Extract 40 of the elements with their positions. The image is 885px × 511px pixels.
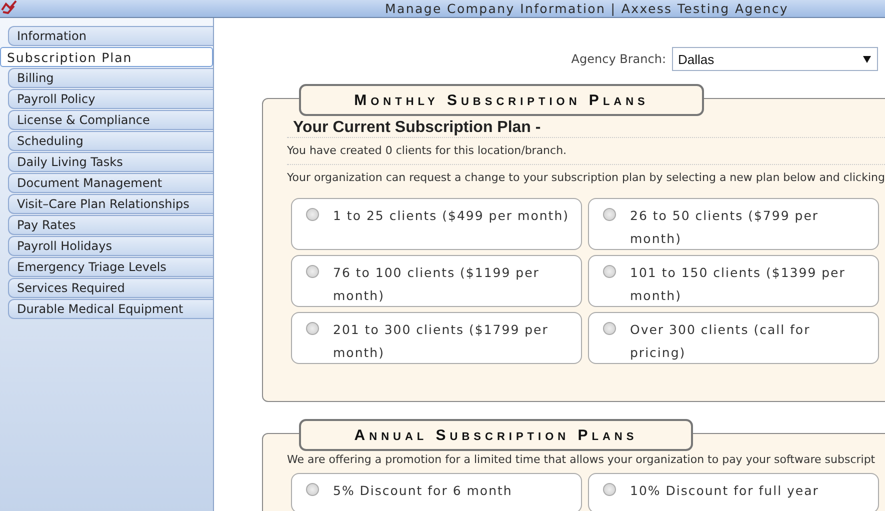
sidebar-item[interactable]: Durable Medical Equipment	[8, 299, 213, 319]
sidebar-item[interactable]: Billing	[8, 68, 213, 88]
sidebar-item[interactable]: Document Management	[8, 173, 213, 193]
caret-icon	[863, 56, 871, 62]
radio-button[interactable]	[603, 322, 616, 335]
sidebar-item[interactable]: Information	[8, 26, 213, 46]
sidebar-item[interactable]: Scheduling	[8, 131, 213, 151]
plan-option[interactable]: 10% Discount for full year	[588, 473, 879, 511]
sidebar-item[interactable]: License & Compliance	[8, 110, 213, 130]
sidebar-item[interactable]: Daily Living Tasks	[8, 152, 213, 172]
plan-option[interactable]: 76 to 100 clients ($1199 per month)	[291, 255, 582, 307]
agency-branch-select[interactable]: Dallas	[672, 47, 878, 71]
section-legend: Monthly Subscription Plans	[299, 84, 704, 116]
radio-button[interactable]	[306, 483, 319, 496]
sidebar-item[interactable]: Payroll Holidays	[8, 236, 213, 256]
plan-option[interactable]: 5% Discount for 6 month	[291, 473, 582, 511]
plan-option[interactable]: 26 to 50 clients ($799 per month)	[588, 198, 879, 250]
plan-option[interactable]: Over 300 clients (call for pricing)	[588, 312, 879, 364]
sidebar-item[interactable]: Payroll Policy	[8, 89, 213, 109]
info-text: You have created 0 clients for this location/branch.	[287, 137, 885, 164]
sidebar-item[interactable]: Visit–Care Plan Relationships	[8, 194, 213, 214]
sidebar-item[interactable]: Services Required	[8, 278, 213, 298]
window-title: Manage Company Information | Axxess Testing Agency	[385, 1, 789, 16]
agency-branch-label: Agency Branch:	[571, 52, 666, 66]
sidebar-item[interactable]: Emergency Triage Levels	[8, 257, 213, 277]
plan-option[interactable]: 101 to 150 clients ($1399 per month)	[588, 255, 879, 307]
sidebar-item[interactable]: Pay Rates	[8, 215, 213, 235]
info-text: Your organization can request a change to your subscription plan by selecting a new plan below and clicking	[287, 164, 885, 191]
radio-button[interactable]	[306, 322, 319, 335]
radio-button[interactable]	[306, 208, 319, 221]
sidebar-item[interactable]: Subscription Plan	[0, 47, 213, 67]
current-plan-heading: Your Current Subscription Plan -	[293, 119, 542, 137]
plan-option[interactable]: 201 to 300 clients ($1799 per month)	[291, 312, 582, 364]
plan-option[interactable]: 1 to 25 clients ($499 per month)	[291, 198, 582, 250]
radio-button[interactable]	[603, 208, 616, 221]
radio-button[interactable]	[603, 265, 616, 278]
promotion-text: We are offering a promotion for a limited time that allows your organization to pay your software subscript	[287, 453, 876, 466]
section-legend: Annual Subscription Plans	[299, 419, 693, 451]
radio-button[interactable]	[603, 483, 616, 496]
radio-button[interactable]	[306, 265, 319, 278]
